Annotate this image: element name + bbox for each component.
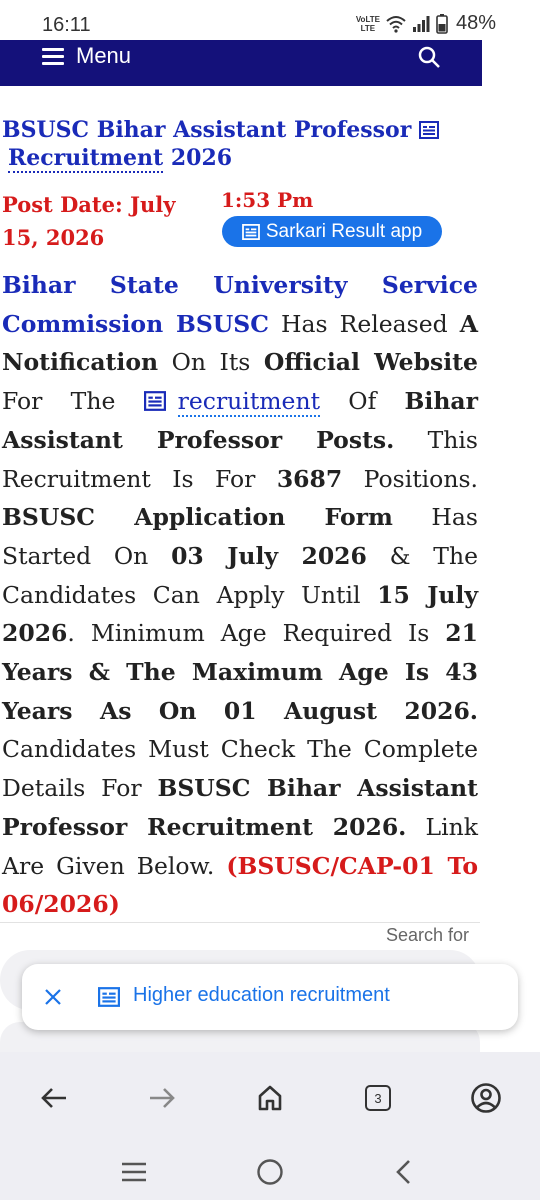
chevron-left-icon: [396, 1160, 410, 1184]
sarkari-result-app-button[interactable]: Sarkari Result app: [222, 216, 442, 247]
recent-apps-button[interactable]: [114, 1154, 154, 1190]
back-button[interactable]: [36, 1080, 72, 1116]
post-time: 1:53 Pm: [221, 188, 314, 212]
recent-apps-icon: [122, 1162, 146, 1182]
arrow-right-icon: [150, 1088, 175, 1108]
article-body: Bihar State University Service Commissio…: [2, 271, 479, 919]
article-card-icon: [241, 223, 260, 240]
hamburger-menu-icon[interactable]: [42, 48, 64, 66]
tab-count: 3: [365, 1085, 391, 1111]
post-date: Post Date: July 15, 2026: [2, 192, 176, 250]
status-time: 16:11: [42, 14, 91, 36]
divider: [0, 922, 480, 923]
browser-toolbar: 3: [0, 1052, 540, 1144]
tab-switcher-button[interactable]: 3: [360, 1080, 396, 1116]
signal-icon: [412, 15, 430, 32]
suggestion-label[interactable]: Higher education recruitment: [133, 984, 390, 1007]
recruitment-link[interactable]: recruitment: [177, 387, 321, 418]
home-nav-button[interactable]: [250, 1154, 290, 1190]
search-for-label: Search for: [386, 925, 470, 945]
site-menu-bar: Menu: [0, 40, 482, 86]
status-icons: VoLTE LTE 48%: [356, 12, 496, 35]
article-card-icon[interactable]: [418, 121, 439, 139]
search-suggestion-chip[interactable]: Higher education recruitment: [22, 964, 518, 1030]
forward-button[interactable]: [144, 1080, 180, 1116]
wifi-icon: [386, 15, 406, 33]
home-button[interactable]: [252, 1080, 288, 1116]
arrow-left-icon: [41, 1088, 66, 1108]
close-icon[interactable]: [42, 986, 64, 1008]
android-nav-bar: [0, 1144, 540, 1200]
volte-icon: VoLTE LTE: [355, 14, 380, 33]
account-button[interactable]: [468, 1080, 504, 1116]
search-icon[interactable]: [416, 44, 442, 70]
title-recruitment-link[interactable]: Recruitment: [8, 145, 164, 173]
menu-label[interactable]: Menu: [76, 43, 131, 69]
circle-home-icon: [257, 1159, 283, 1185]
home-icon: [258, 1085, 282, 1111]
article-card-icon: [98, 987, 120, 1007]
account-icon: [471, 1083, 501, 1113]
back-nav-button[interactable]: [384, 1154, 424, 1190]
battery-icon: [436, 13, 448, 34]
battery-percent: 48%: [455, 12, 496, 34]
article-card-icon[interactable]: [143, 391, 166, 412]
article-title: BSUSC Bihar Assistant Professor Recruitm…: [2, 116, 472, 173]
